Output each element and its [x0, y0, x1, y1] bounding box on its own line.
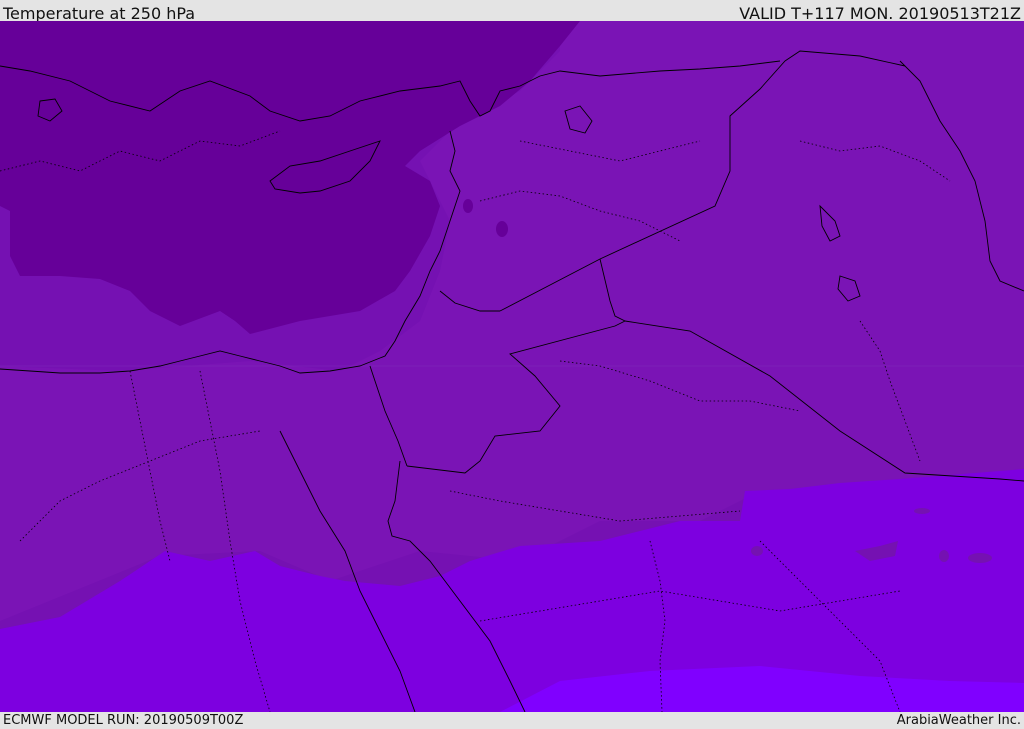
warm-pocket-a [968, 553, 992, 563]
temperature-map[interactable] [0, 21, 1024, 712]
credit-label: ArabiaWeather Inc. [896, 713, 1021, 728]
warm-pocket-c [751, 546, 763, 556]
header-bar: Temperature at 250 hPa VALID T+117 MON. … [0, 0, 1024, 23]
warm-pocket-b [939, 550, 949, 562]
warm-pocket-e [914, 508, 930, 514]
lake-feature-a [496, 221, 508, 237]
model-run-label: ECMWF MODEL RUN: 20190509T00Z [3, 713, 244, 728]
map-page: Temperature at 250 hPa VALID T+117 MON. … [0, 0, 1024, 729]
footer-bar: ECMWF MODEL RUN: 20190509T00Z ArabiaWeat… [0, 712, 1024, 729]
map-canvas [0, 21, 1024, 712]
lake-feature-b [463, 199, 473, 213]
